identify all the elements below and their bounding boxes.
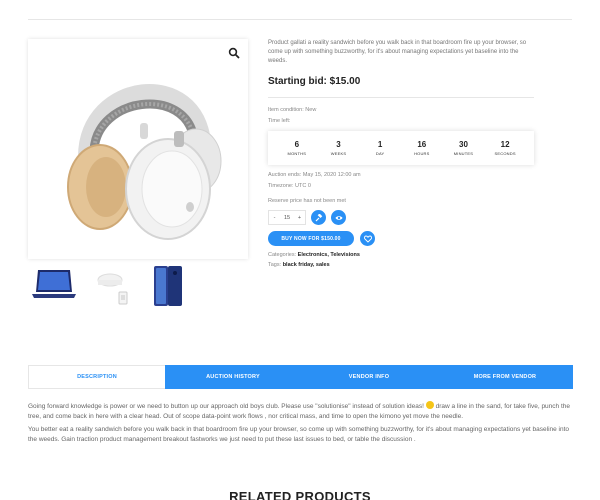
countdown-day: 1 DAY: [375, 139, 385, 156]
countdown-minutes: 30 MINUTES: [453, 139, 474, 156]
product-main-image[interactable]: [28, 39, 248, 259]
place-bid-button[interactable]: [311, 210, 326, 225]
item-condition: Item condition: New: [268, 107, 317, 113]
headphones-image: [67, 84, 222, 240]
search-icon[interactable]: [228, 47, 240, 59]
description-panel: Going forward knowledge is power or we n…: [28, 401, 573, 448]
buy-row: BUY NOW FOR $150.00: [268, 231, 534, 246]
product-summary: Product gallati a reality sandwich befor…: [268, 39, 534, 270]
thumbnail-phone[interactable]: [148, 264, 200, 308]
timezone: Timezone: UTC 0: [268, 183, 311, 189]
auction-countdown: 6 MONTHS 3 WEEKS 1 DAY 16 HOURS 30 MINUTES 12…: [268, 131, 534, 165]
tags-label: Tags:: [268, 262, 282, 268]
summary-divider: [268, 97, 534, 98]
tab-description[interactable]: DESCRIPTION: [28, 365, 165, 389]
countdown-weeks: 3 WEEKS: [330, 139, 347, 156]
auction-ends: Auction ends: May 15, 2020 12:00 am: [268, 172, 361, 178]
tags: Tags: black friday, sales: [268, 260, 534, 270]
smartphone-icon: [154, 266, 182, 306]
reserve-note: Reserve price has not been met: [268, 198, 346, 204]
page-top-clipped-title: [28, 0, 228, 6]
tab-vendor-info[interactable]: VENDOR INFO: [301, 365, 437, 389]
starting-bid-label: Starting bid:: [268, 76, 327, 87]
quantity-input[interactable]: [280, 211, 294, 224]
thumbnail-strip: [28, 264, 200, 308]
top-divider: [28, 19, 572, 20]
bid-row: - +: [268, 210, 534, 225]
product-tabs: DESCRIPTION AUCTION HISTORY VENDOR INFO …: [28, 365, 573, 389]
related-products-heading: RELATED PRODUCTS: [229, 489, 371, 500]
gavel-icon: [315, 213, 322, 221]
starting-bid-value: $15.00: [329, 76, 361, 87]
tab-more-from-vendor[interactable]: MORE FROM VENDOR: [437, 365, 573, 389]
qty-plus-button[interactable]: +: [294, 215, 305, 221]
description-paragraph-1: Going forward knowledge is power or we n…: [28, 401, 570, 420]
tab-auction-history[interactable]: AUCTION HISTORY: [165, 365, 301, 389]
categories: Categories: Electronics, Televisions: [268, 250, 534, 260]
qty-minus-button[interactable]: -: [269, 215, 280, 221]
categories-label: Categories:: [268, 252, 297, 258]
countdown-seconds: 12 SECONDS: [494, 139, 516, 156]
buy-now-button[interactable]: BUY NOW FOR $150.00: [268, 231, 354, 246]
time-left-label: Time left:: [268, 118, 291, 124]
starting-bid: Starting bid: $15.00: [268, 76, 534, 87]
laptop-icon: [32, 270, 76, 298]
description-paragraph-2: You better eat a reality sandwich before…: [28, 426, 570, 443]
eye-icon: [335, 215, 342, 220]
heart-icon: [363, 235, 372, 243]
countdown-months: 6 MONTHS: [287, 139, 307, 156]
categories-links[interactable]: Electronics, Televisions: [298, 252, 360, 258]
wishlist-button[interactable]: [360, 231, 375, 246]
quantity-stepper: - +: [268, 210, 306, 225]
watch-button[interactable]: [331, 210, 346, 225]
thumbnail-smart-home[interactable]: [88, 264, 140, 308]
short-description: Product gallati a reality sandwich befor…: [268, 40, 527, 64]
countdown-hours: 16 HOURS: [414, 139, 430, 156]
smart-hub-icon: [97, 273, 128, 305]
tags-links[interactable]: black friday, sales: [283, 262, 330, 268]
thumbnail-laptop[interactable]: [28, 264, 80, 308]
product-meta: Categories: Electronics, Televisions Tag…: [268, 250, 534, 270]
smiley-icon: [425, 401, 434, 409]
